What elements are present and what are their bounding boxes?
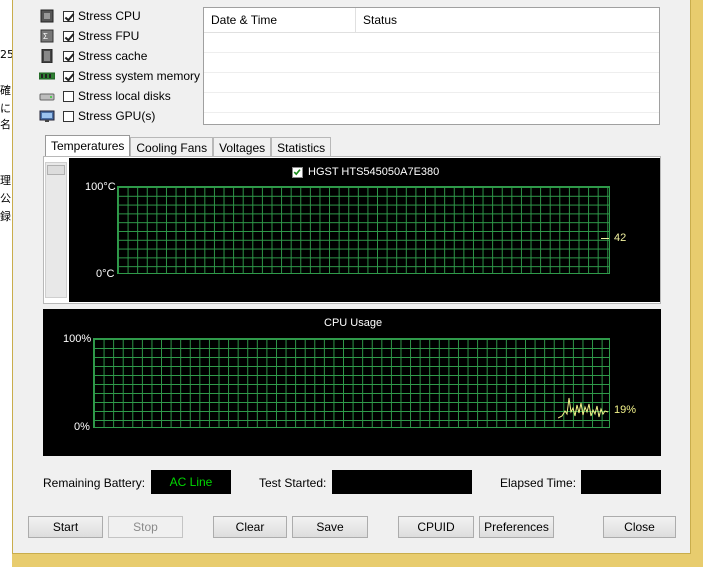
stress-gpu-option[interactable]: Stress GPU(s)	[39, 107, 155, 125]
table-row	[204, 33, 659, 53]
sensor-list-scrollbar[interactable]	[45, 162, 67, 298]
save-button[interactable]: Save	[292, 516, 368, 538]
background-text: 25	[0, 48, 12, 61]
background-text: 理	[0, 174, 11, 187]
temp-y-min-label: 0°C	[96, 268, 115, 280]
cpuid-button[interactable]: CPUID	[398, 516, 474, 538]
cache-icon	[41, 49, 53, 63]
table-row	[204, 93, 659, 113]
stress-cpu-checkbox[interactable]	[63, 10, 74, 22]
stress-memory-label: Stress system memory	[78, 69, 201, 83]
elapsed-time-label: Elapsed Time:	[500, 476, 577, 490]
tab-statistics[interactable]: Statistics	[271, 137, 332, 158]
cpu-grid	[93, 338, 610, 428]
stress-memory-option[interactable]: Stress system memory	[39, 67, 200, 85]
stress-cpu-option[interactable]: Stress CPU	[39, 7, 141, 25]
preferences-button[interactable]: Preferences	[479, 516, 554, 538]
cpu-usage-value: 19%	[614, 404, 637, 416]
tab-temperatures[interactable]: Temperatures	[45, 135, 131, 158]
background-text: 公	[0, 192, 11, 205]
stress-cpu-label: Stress CPU	[78, 9, 141, 23]
stress-gpu-checkbox[interactable]	[63, 110, 74, 122]
tab-cooling-fans[interactable]: Cooling Fans	[130, 137, 214, 158]
background-window-strip: 25 確 に名 理 公 録	[0, 0, 12, 567]
sensor-name: HGST HTS545050A7E380	[308, 166, 440, 178]
cpu-chart-title: CPU Usage	[324, 317, 383, 329]
stress-memory-checkbox[interactable]	[63, 70, 74, 82]
table-header: Date & Time Status	[204, 8, 659, 33]
gpu-icon	[39, 110, 55, 122]
clear-button[interactable]: Clear	[213, 516, 287, 538]
stress-disks-label: Stress local disks	[78, 89, 171, 103]
battery-value: AC Line	[151, 470, 231, 494]
temp-y-max-label: 100°C	[85, 181, 116, 193]
stop-button[interactable]: Stop	[108, 516, 183, 538]
elapsed-time-value	[581, 470, 661, 494]
table-row	[204, 53, 659, 73]
stress-fpu-label: Stress FPU	[78, 29, 140, 43]
stress-disks-checkbox[interactable]	[63, 90, 74, 102]
stress-cache-checkbox[interactable]	[63, 50, 74, 62]
stress-gpu-label: Stress GPU(s)	[78, 109, 156, 123]
temperature-value: 42	[614, 232, 627, 244]
test-started-label: Test Started:	[259, 476, 327, 490]
test-started-value	[332, 470, 472, 494]
cpu-usage-line	[558, 397, 609, 419]
cpu-icon	[40, 9, 54, 23]
stress-cache-label: Stress cache	[78, 49, 148, 63]
svg-text:Σ: Σ	[43, 32, 48, 41]
background-text: 録	[0, 210, 11, 223]
close-button[interactable]: Close	[603, 516, 676, 538]
scrollbar-thumb[interactable]	[47, 165, 65, 175]
stress-fpu-option[interactable]: Σ Stress FPU	[39, 27, 139, 45]
background-text: に名	[0, 102, 11, 131]
temperature-grid	[117, 186, 610, 274]
stress-cache-option[interactable]: Stress cache	[39, 47, 147, 65]
event-log-table[interactable]: Date & Time Status	[203, 7, 660, 125]
column-date-time[interactable]: Date & Time	[204, 8, 356, 32]
table-row	[204, 73, 659, 93]
fpu-icon: Σ	[40, 29, 54, 43]
background-text: 確	[0, 84, 11, 97]
monitor-tabs: Temperatures Cooling Fans Voltages Stati…	[45, 135, 332, 158]
temperature-line	[601, 238, 609, 239]
tab-voltages[interactable]: Voltages	[213, 137, 272, 158]
cpu-y-min-label: 0%	[74, 421, 90, 433]
disk-icon	[39, 93, 55, 101]
sensor-checkbox[interactable]	[292, 166, 303, 178]
battery-label: Remaining Battery:	[43, 476, 146, 490]
cpu-y-max-label: 100%	[63, 333, 92, 345]
column-status[interactable]: Status	[356, 8, 659, 32]
stress-fpu-checkbox[interactable]	[63, 30, 74, 42]
memory-icon	[39, 72, 55, 80]
stress-disks-option[interactable]: Stress local disks	[39, 87, 171, 105]
start-button[interactable]: Start	[28, 516, 103, 538]
sensor-toggle[interactable]: HGST HTS545050A7E380	[292, 166, 439, 178]
